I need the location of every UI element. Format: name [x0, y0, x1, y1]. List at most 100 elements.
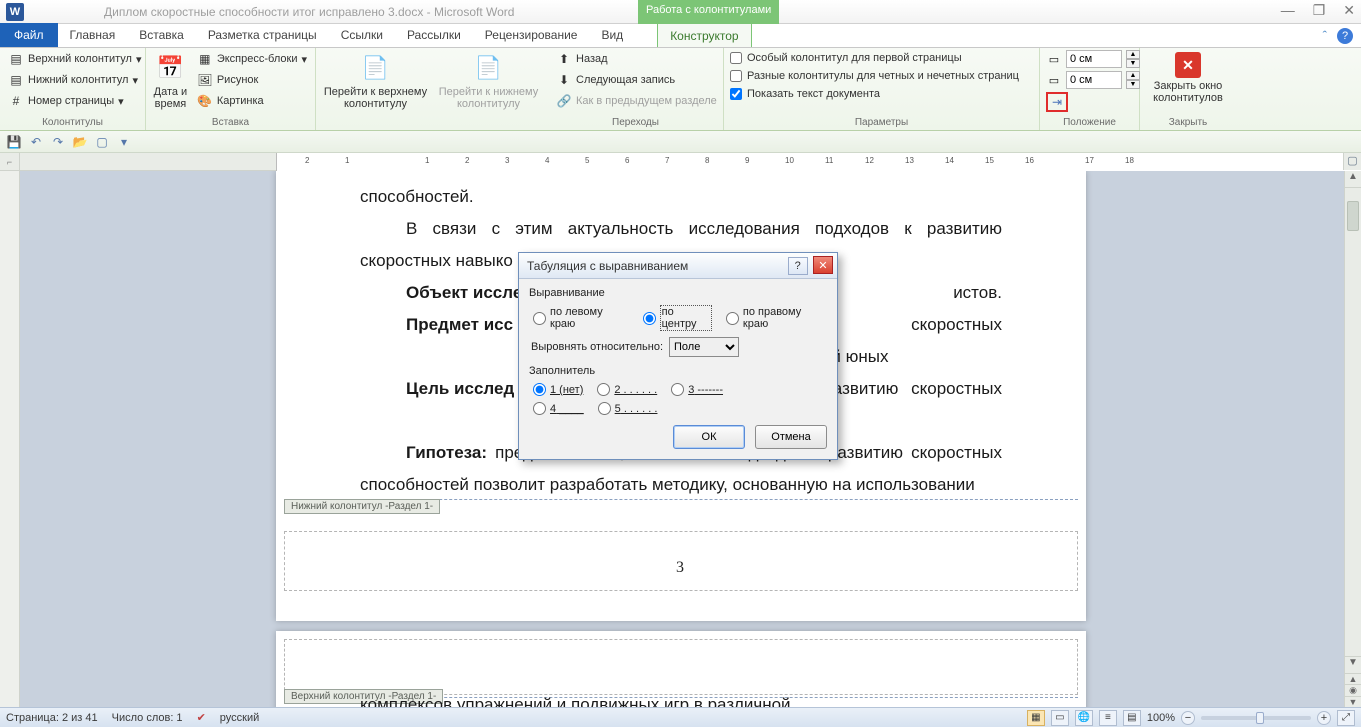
blocks-icon: ▦ — [197, 51, 213, 67]
scroll-thumb[interactable] — [1347, 201, 1359, 231]
page-2: Верхний колонтитул -Раздел 1- комплексов… — [276, 631, 1086, 707]
spinner-up[interactable]: ▲ — [1126, 50, 1140, 59]
view-outline[interactable]: ≡ — [1099, 710, 1117, 726]
next-button[interactable]: ⬇Следующая запись — [554, 71, 719, 89]
view-web[interactable]: 🌐 — [1075, 710, 1093, 726]
dialog-close-button[interactable]: ✕ — [813, 256, 833, 274]
zoom-fit[interactable]: ⤢ — [1337, 710, 1355, 726]
cancel-button[interactable]: Отмена — [755, 425, 827, 449]
back-icon: ⬆ — [556, 51, 572, 67]
help-icon[interactable]: ? — [1337, 28, 1353, 44]
goto-header-button[interactable]: 📄 Перейти к верхнему колонтитулу — [322, 50, 429, 110]
status-spellcheck-icon[interactable]: ✔ — [197, 711, 206, 724]
leader-5[interactable]: 5 — [598, 402, 658, 415]
footer-button[interactable]: ▤Нижний колонтитул ▾ — [6, 71, 143, 89]
qat-save[interactable]: 💾 — [6, 134, 22, 150]
spinner-down[interactable]: ▼ — [1126, 59, 1140, 68]
tab-review[interactable]: Рецензирование — [473, 23, 590, 47]
odd-even-checkbox[interactable]: Разные колонтитулы для четных и нечетных… — [730, 70, 1019, 82]
radio-left[interactable]: по левому краю — [533, 306, 629, 330]
view-print-layout[interactable]: ▦ — [1027, 710, 1045, 726]
vertical-ruler[interactable] — [0, 171, 20, 707]
close-headerfooter-button[interactable]: ✕ Закрыть окно колонтитулов — [1146, 50, 1230, 104]
date-time-button[interactable]: 📅 Дата и время — [152, 50, 189, 110]
header-area[interactable] — [284, 639, 1078, 695]
spinner-down[interactable]: ▼ — [1126, 80, 1140, 89]
relative-select[interactable]: Поле — [669, 337, 739, 357]
tab-home[interactable]: Главная — [58, 23, 128, 47]
tab-pagelayout[interactable]: Разметка страницы — [196, 23, 329, 47]
picture-button[interactable]: 🖼Рисунок — [195, 71, 309, 89]
leader-3[interactable]: 3 — [671, 383, 723, 396]
group-label-insert: Вставка — [152, 117, 309, 130]
calendar-icon: 📅 — [154, 52, 186, 84]
minimize-button[interactable]: — — [1281, 2, 1295, 19]
leader-1[interactable]: 1 (нет) — [533, 383, 583, 396]
zoom-in[interactable]: + — [1317, 711, 1331, 725]
group-label-hf: Колонтитулы — [6, 117, 139, 130]
header-from-top-input[interactable] — [1066, 50, 1122, 68]
previous-button[interactable]: ⬆Назад — [554, 50, 719, 68]
view-draft[interactable]: ▤ — [1123, 710, 1141, 726]
tab-references[interactable]: Ссылки — [329, 23, 395, 47]
goto-footer-icon: 📄 — [473, 52, 505, 84]
footer-distance-icon: ▭ — [1046, 72, 1062, 88]
close-window-button[interactable]: ✕ — [1343, 2, 1355, 19]
qat-open[interactable]: 📂 — [72, 134, 88, 150]
restore-button[interactable]: ❐ — [1313, 2, 1326, 19]
leader-4[interactable]: 4 — [533, 402, 584, 415]
scroll-down[interactable]: ▼ — [1345, 656, 1361, 673]
quick-access-toolbar: 💾 ↶ ↷ 📂 ▢ ▾ — [0, 131, 1361, 153]
status-page[interactable]: Страница: 2 из 41 — [6, 712, 98, 724]
show-doc-checkbox[interactable]: Показать текст документа — [730, 88, 1019, 100]
link-previous-button[interactable]: 🔗Как в предыдущем разделе — [554, 92, 719, 110]
browse-select[interactable]: ◉ — [1345, 684, 1361, 696]
header-from-top[interactable]: ▭ ▲▼ — [1046, 50, 1140, 68]
qat-new[interactable]: ▢ — [94, 134, 110, 150]
ribbon-tabs: Файл Главная Вставка Разметка страницы С… — [0, 24, 1361, 48]
ruler-corner[interactable]: ⌐ — [0, 153, 20, 171]
footer-from-bottom-input[interactable] — [1066, 71, 1122, 89]
vertical-scrollbar[interactable]: ▲ ▼ ▲ ◉ ▼ — [1344, 171, 1361, 707]
qat-undo[interactable]: ↶ — [28, 134, 44, 150]
body-text-p2: комплексов упражнений и подвижных игр в … — [360, 689, 1002, 707]
scroll-up[interactable]: ▲ — [1345, 171, 1361, 188]
dialog-titlebar[interactable]: Табуляция с выравниванием ? ✕ — [519, 253, 837, 279]
tab-view[interactable]: Вид — [589, 23, 635, 47]
spinner-up[interactable]: ▲ — [1126, 71, 1140, 80]
browse-next[interactable]: ▼ — [1345, 696, 1361, 707]
tab-designer[interactable]: Конструктор — [657, 23, 751, 47]
tab-insert[interactable]: Вставка — [127, 23, 196, 47]
horizontal-ruler[interactable]: ⌐ 21 12 34 56 78 910 1112 1314 1516 1718… — [0, 153, 1361, 171]
qat-dropdown[interactable]: ▾ — [116, 134, 132, 150]
ok-button[interactable]: ОК — [673, 425, 745, 449]
view-full-screen[interactable]: ▭ — [1051, 710, 1069, 726]
first-page-checkbox[interactable]: Особый колонтитул для первой страницы — [730, 52, 1019, 64]
zoom-slider[interactable] — [1201, 716, 1311, 720]
browse-prev[interactable]: ▲ — [1345, 673, 1361, 684]
file-tab[interactable]: Файл — [0, 23, 58, 47]
group-label-close: Закрыть — [1146, 117, 1230, 130]
leader-2[interactable]: 2 — [597, 383, 657, 396]
zoom-out[interactable]: − — [1181, 711, 1195, 725]
zoom-level[interactable]: 100% — [1147, 712, 1175, 724]
header-button[interactable]: ▤Верхний колонтитул ▾ — [6, 50, 143, 68]
title-bar: W Диплом скоростные способности итог исп… — [0, 0, 1361, 24]
status-words[interactable]: Число слов: 1 — [112, 712, 183, 724]
tab-mailings[interactable]: Рассылки — [395, 23, 473, 47]
footer-from-bottom[interactable]: ▭ ▲▼ — [1046, 71, 1140, 89]
minimize-ribbon-icon[interactable]: ˆ — [1323, 28, 1327, 44]
clipart-button[interactable]: 🎨Картинка — [195, 92, 309, 110]
quick-parts-button[interactable]: ▦Экспресс-блоки ▾ — [195, 50, 309, 68]
contextual-tab-title: Работа с колонтитулами — [638, 0, 779, 24]
dialog-help-button[interactable]: ? — [788, 257, 808, 275]
page-number-button[interactable]: #Номер страницы ▾ — [6, 92, 143, 110]
radio-right[interactable]: по правому краю — [726, 306, 827, 330]
insert-alignment-tab-button[interactable]: ⇥ — [1046, 92, 1068, 112]
qat-redo[interactable]: ↷ — [50, 134, 66, 150]
footer-tag: Нижний колонтитул -Раздел 1- — [284, 499, 440, 514]
ruler-toggle-icon[interactable]: ▢ — [1345, 154, 1361, 170]
page-number[interactable]: 3 — [676, 559, 684, 577]
status-language[interactable]: русский — [220, 712, 259, 724]
radio-center[interactable]: по центру — [643, 305, 712, 331]
